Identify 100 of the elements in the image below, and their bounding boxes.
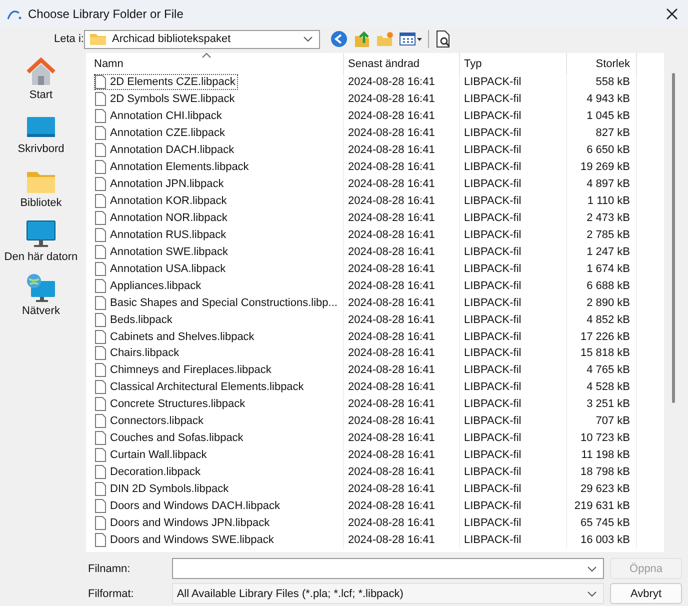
file-size: 29 623 kB xyxy=(580,482,630,495)
file-name[interactable]: Doors and Windows JPN.libpack xyxy=(94,514,273,531)
file-type: LIBPACK-fil xyxy=(464,432,522,444)
file-size: 2 890 kB xyxy=(586,296,630,309)
column-header[interactable]: Namn xyxy=(94,58,124,70)
preview-icon[interactable] xyxy=(434,30,452,48)
file-name[interactable]: 2D Elements CZE.libpack xyxy=(94,74,238,90)
file-type: LIBPACK-fil xyxy=(464,482,522,495)
file-name[interactable]: Annotation SWE.libpack xyxy=(94,244,232,260)
file-name[interactable]: Connectors.libpack xyxy=(94,413,207,430)
format-label: Filformat: xyxy=(88,588,135,600)
modified-date: 2024-08-28 16:41 xyxy=(348,449,435,462)
back-icon[interactable] xyxy=(330,30,348,48)
file-icon xyxy=(95,296,106,310)
file-name[interactable]: Annotation CZE.libpack xyxy=(94,125,228,142)
file-icon xyxy=(95,143,106,158)
file-type: LIBPACK-fil xyxy=(464,144,522,156)
scrollbar-thumb[interactable] xyxy=(672,73,675,403)
file-name[interactable]: Chairs.libpack xyxy=(94,345,182,362)
file-name[interactable]: Annotation RUS.libpack xyxy=(94,226,230,243)
chevron-down-icon[interactable] xyxy=(587,566,598,572)
file-name[interactable]: Doors and Windows SWE.libpack xyxy=(94,532,277,548)
modified-date: 2024-08-28 16:41 xyxy=(348,364,435,376)
modified-date: 2024-08-28 16:41 xyxy=(348,110,435,122)
file-type: LIBPACK-fil xyxy=(464,195,522,208)
cancel-button[interactable]: Avbryt xyxy=(610,583,682,604)
filename-field[interactable] xyxy=(172,558,604,579)
modified-date: 2024-08-28 16:41 xyxy=(348,76,435,88)
file-name[interactable]: Annotation NOR.libpack xyxy=(94,210,230,226)
file-icon xyxy=(95,244,106,259)
file-name[interactable]: Decoration.libpack xyxy=(94,464,204,480)
file-icon xyxy=(95,414,106,428)
modified-date: 2024-08-28 16:41 xyxy=(348,161,435,174)
sidebar-item-label[interactable]: Bibliotek xyxy=(20,197,62,209)
file-icon xyxy=(95,75,106,90)
file-size: 4 528 kB xyxy=(586,381,630,394)
column-header[interactable]: Storlek xyxy=(596,58,630,70)
file-name[interactable]: Annotation DACH.libpack xyxy=(94,142,238,158)
sidebar-item-label[interactable]: Den här datorn xyxy=(4,251,78,263)
window-title: Choose Library Folder or File xyxy=(28,6,184,20)
home-icon[interactable] xyxy=(25,57,57,87)
file-type: LIBPACK-fil xyxy=(464,110,522,122)
file-icon xyxy=(95,177,106,192)
file-name[interactable]: Annotation Elements.libpack xyxy=(94,159,252,176)
file-type: LIBPACK-fil xyxy=(464,76,522,88)
file-size: 219 631 kB xyxy=(574,500,630,512)
modified-date: 2024-08-28 16:41 xyxy=(348,195,435,208)
file-name[interactable]: Annotation KOR.libpack xyxy=(94,193,230,210)
sidebar-item-label[interactable]: Skrivbord xyxy=(18,143,64,155)
file-name[interactable]: Basic Shapes and Special Constructions.libp... xyxy=(94,294,340,311)
up-folder-icon[interactable] xyxy=(353,30,371,48)
file-type: LIBPACK-fil xyxy=(464,93,522,106)
location-label: Leta i: xyxy=(54,33,84,45)
file-icon xyxy=(95,397,106,412)
file-name[interactable]: Annotation USA.libpack xyxy=(94,260,229,277)
modified-date: 2024-08-28 16:41 xyxy=(348,534,435,546)
file-size: 707 kB xyxy=(596,415,630,428)
file-size: 15 818 kB xyxy=(580,347,630,360)
file-name[interactable]: Concrete Structures.libpack xyxy=(94,396,248,412)
file-type: LIBPACK-fil xyxy=(464,516,522,529)
file-size: 1 110 kB xyxy=(587,195,630,208)
column-header[interactable]: Senast ändrad xyxy=(348,58,420,70)
column-header[interactable]: Typ xyxy=(464,58,482,70)
computer-icon[interactable] xyxy=(24,219,57,249)
file-name[interactable]: Doors and Windows DACH.libpack xyxy=(94,498,283,514)
file-name[interactable]: Annotation JPN.libpack xyxy=(94,176,227,192)
file-icon xyxy=(95,363,106,378)
modified-date: 2024-08-28 16:41 xyxy=(348,415,435,428)
modified-date: 2024-08-28 16:41 xyxy=(348,246,435,258)
sidebar-item-label[interactable]: Nätverk xyxy=(22,305,60,317)
file-name[interactable]: Classical Architectural Elements.libpack xyxy=(94,379,307,396)
file-name[interactable]: Annotation CHI.libpack xyxy=(94,108,225,124)
file-icon xyxy=(95,278,106,293)
close-icon[interactable] xyxy=(666,8,678,20)
location-dropdown[interactable]: Archicad bibliotekspaket xyxy=(84,30,320,48)
file-icon xyxy=(95,262,106,276)
file-name[interactable]: Couches and Sofas.libpack xyxy=(94,430,246,446)
file-type: LIBPACK-fil xyxy=(464,296,522,309)
file-icon xyxy=(95,465,106,480)
file-size: 3 251 kB xyxy=(586,398,630,410)
file-name[interactable]: 2D Symbols SWE.libpack xyxy=(94,91,238,108)
file-name[interactable]: Cabinets and Shelves.libpack xyxy=(94,328,258,345)
file-name[interactable]: Appliances.libpack xyxy=(94,278,204,294)
file-name[interactable]: Chimneys and Fireplaces.libpack xyxy=(94,362,274,378)
file-size: 4 852 kB xyxy=(586,314,630,326)
file-name[interactable]: Curtain Wall.libpack xyxy=(94,447,210,464)
chevron-down-icon[interactable] xyxy=(303,36,313,42)
file-type: LIBPACK-fil xyxy=(464,161,522,174)
file-icon xyxy=(95,482,106,496)
file-type: LIBPACK-fil xyxy=(464,178,522,190)
file-name[interactable]: DIN 2D Symbols.libpack xyxy=(94,480,232,497)
sidebar-item-label[interactable]: Start xyxy=(29,89,53,101)
file-icon xyxy=(95,448,106,462)
network-icon[interactable] xyxy=(25,273,57,303)
format-dropdown[interactable]: All Available Library Files (*.pla; *.lcf; *.libpack) xyxy=(172,583,604,604)
file-name[interactable]: Beds.libpack xyxy=(94,312,176,328)
chevron-down-icon[interactable] xyxy=(587,590,598,596)
file-icon xyxy=(95,431,106,446)
view-menu-icon[interactable] xyxy=(399,30,423,48)
file-size: 6 650 kB xyxy=(586,144,630,156)
